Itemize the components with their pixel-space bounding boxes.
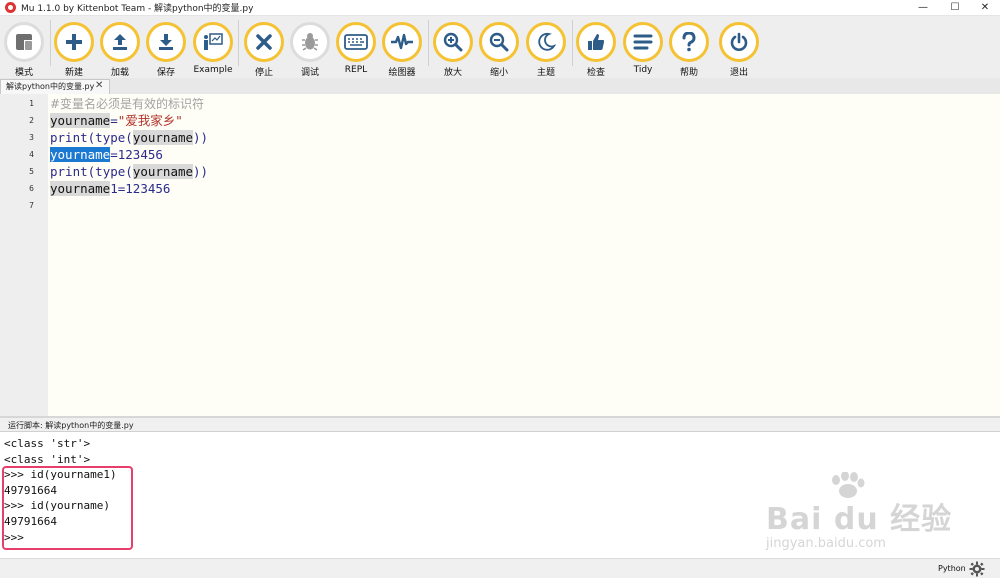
tab-file[interactable]: 解读python中的变量.py ✕ [0, 79, 110, 94]
moon-icon [526, 22, 566, 62]
bug-icon [290, 22, 330, 62]
baidu-watermark: Bai du 经验 jingyan.baidu.com [766, 470, 986, 560]
line-number: 1 [29, 99, 34, 108]
output-pane[interactable]: <class 'str'> <class 'int'> >>> id(yourn… [0, 432, 1000, 558]
mode-indicator[interactable]: Python [938, 564, 966, 573]
code-number: 123456 [117, 147, 163, 162]
plotter-button[interactable]: 绘图器 [378, 21, 426, 78]
code-identifier: yourname [132, 164, 194, 179]
code-operator: = [110, 113, 118, 128]
watermark-url: jingyan.baidu.com [766, 536, 886, 551]
lines-icon [623, 22, 663, 62]
code-operator: ( [125, 164, 133, 179]
output-line: <class 'str'> [4, 437, 91, 450]
mode-icon [4, 22, 44, 62]
code-line: print(type(yourname)) [50, 129, 208, 146]
code-line: #变量名必须是有效的标识符 [50, 95, 204, 113]
tab-file-label: 解读python中的变量.py [6, 82, 95, 91]
line-number: 5 [29, 167, 34, 176]
code-line: yourname="爱我家乡" [50, 112, 183, 129]
code-comment: #变量名必须是有效的标识符 [50, 97, 205, 111]
close-window-button[interactable]: ✕ [970, 0, 1000, 15]
keyboard-icon [336, 22, 376, 62]
gear-icon[interactable] [969, 561, 985, 577]
close-icon [244, 22, 284, 62]
code-operator: = [110, 147, 118, 162]
minimize-button[interactable]: — [908, 0, 938, 15]
tab-close-icon[interactable]: ✕ [95, 80, 103, 91]
toolbar: 模式 新建 加载 保存 Example 停止 调试 REPL 绘图器 放大 缩小… [0, 16, 1000, 78]
code-editor[interactable]: 1 2 3 4 5 6 7 #变量名必须是有效的标识符 yourname="爱我… [0, 94, 1000, 416]
code-function: print [50, 130, 88, 145]
mode-button[interactable]: 模式 [0, 21, 48, 78]
title-bar: Mu 1.1.0 by Kittenbot Team - 解读python中的变… [0, 0, 1000, 16]
output-pane-header: 运行脚本: 解读python中的变量.py [0, 418, 1000, 432]
running-script-label: 运行脚本: 解读python中的变量.py [8, 421, 134, 430]
line-number: 6 [29, 184, 34, 193]
code-number: 1=123456 [110, 181, 171, 196]
code-identifier: yourname [132, 130, 194, 145]
highlight-annotation-box [2, 466, 133, 550]
example-button[interactable]: Example [189, 21, 237, 77]
download-icon [146, 22, 186, 62]
mu-editor-window: Mu 1.1.0 by Kittenbot Team - 解读python中的变… [0, 0, 1000, 578]
status-bar: Python [0, 558, 1000, 578]
code-line: yourname1=123456 [50, 180, 170, 197]
thumbs-up-icon [576, 22, 616, 62]
line-number: 4 [29, 150, 34, 159]
code-operator: )) [193, 164, 209, 179]
line-number-gutter: 1 2 3 4 5 6 7 [0, 94, 48, 416]
plus-icon [54, 22, 94, 62]
toolbar-separator [238, 20, 239, 66]
watermark-brand: Bai du 经验 [766, 502, 953, 537]
quit-label: 退出 [729, 68, 748, 78]
zoom-in-icon [433, 22, 473, 62]
presentation-icon [193, 22, 233, 62]
question-icon [669, 22, 709, 62]
mu-logo-icon [5, 2, 16, 13]
help-button[interactable]: 帮助 [665, 21, 713, 78]
code-line: print(type(yourname)) [50, 163, 208, 180]
upload-icon [100, 22, 140, 62]
maximize-button[interactable]: ☐ [940, 0, 970, 15]
line-number: 2 [29, 116, 34, 125]
code-identifier: yourname [50, 181, 111, 196]
code-identifier: yourname [50, 113, 111, 128]
code-operator: )) [193, 130, 209, 145]
code-function: print [50, 164, 88, 179]
window-title: Mu 1.1.0 by Kittenbot Team - 解读python中的变… [21, 4, 254, 14]
code-string: "爱我家乡" [117, 113, 183, 128]
line-number: 7 [29, 201, 34, 210]
output-line: <class 'int'> [4, 453, 91, 466]
quit-button[interactable]: 退出 [715, 21, 763, 78]
code-operator: ( [125, 130, 133, 145]
waveform-icon [382, 22, 422, 62]
tab-bar: 解读python中的变量.py ✕ [0, 78, 1000, 94]
line-number: 3 [29, 133, 34, 142]
code-function: type [95, 130, 126, 145]
power-icon [719, 22, 759, 62]
code-function: type [95, 164, 126, 179]
code-line: yourname=123456 [50, 146, 163, 163]
code-selection: yourname [50, 147, 111, 162]
theme-button[interactable]: 主题 [522, 21, 570, 78]
zoom-out-icon [479, 22, 519, 62]
